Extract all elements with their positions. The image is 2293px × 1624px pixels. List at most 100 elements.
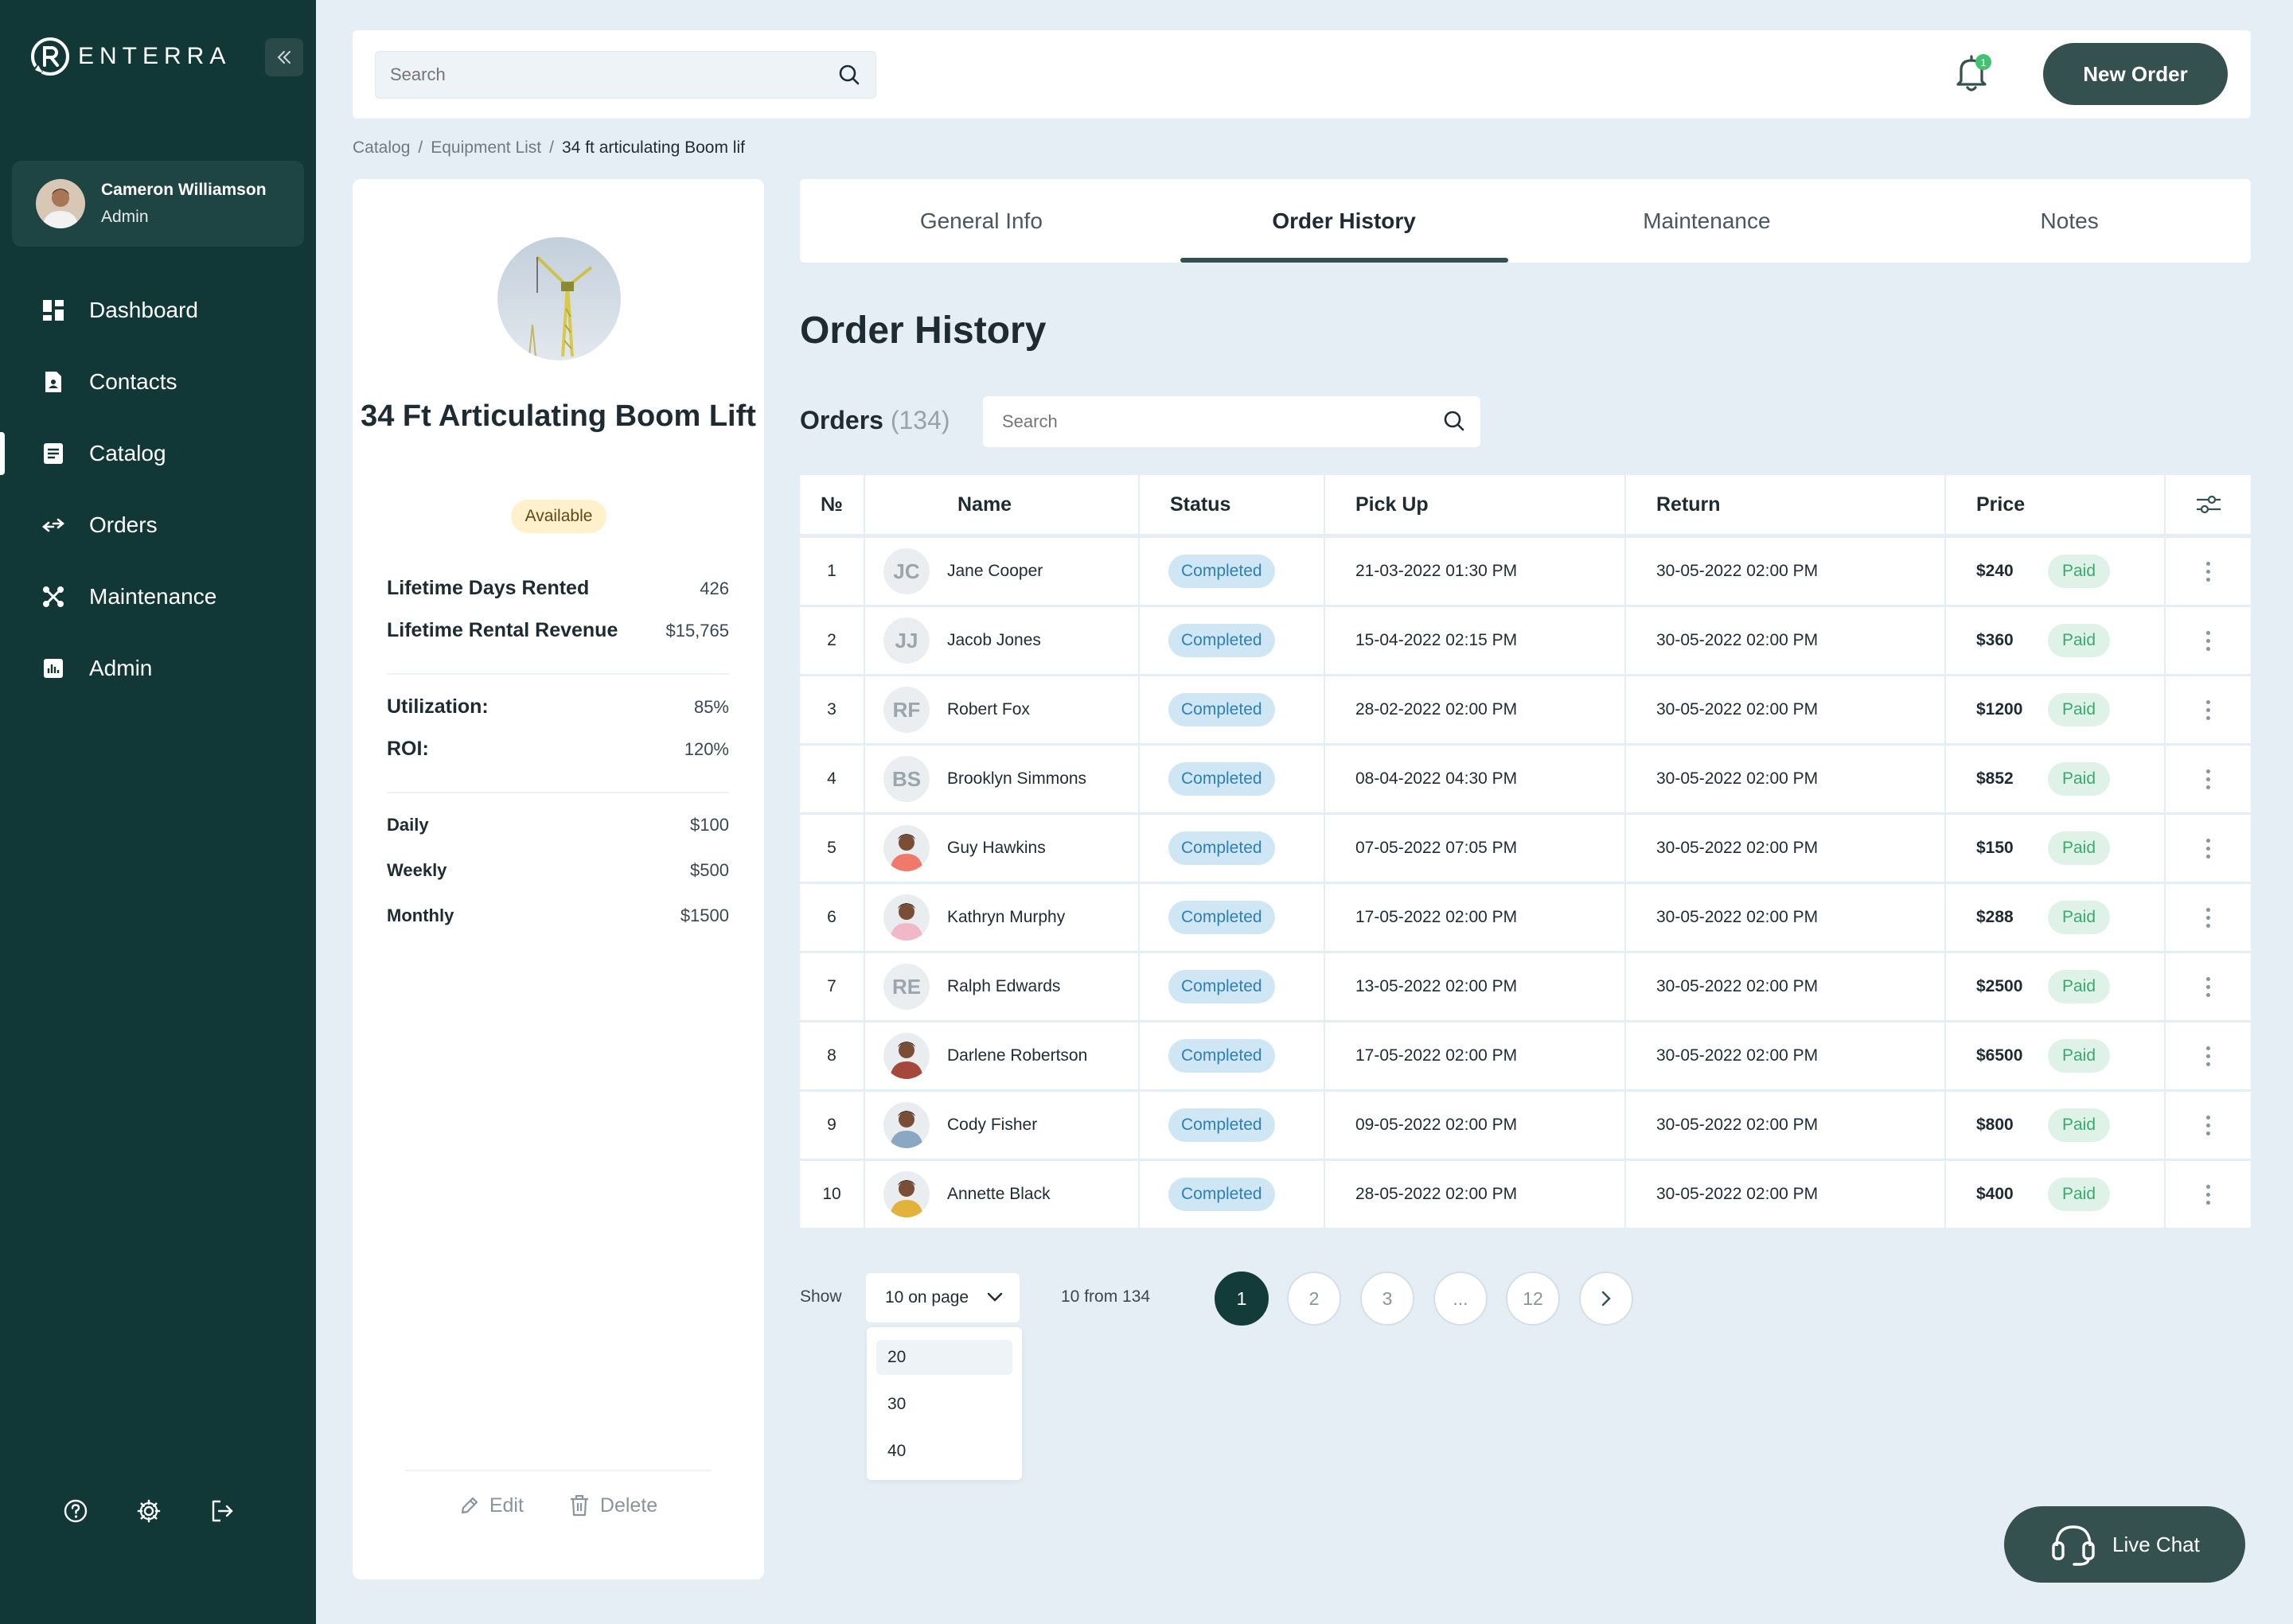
table-row[interactable]: 3 RF Robert Fox Completed 28-02-2022 02:… [800,676,2251,743]
payment-badge: Paid [2048,762,2111,796]
page-ellipsis[interactable]: ... [1433,1272,1488,1326]
next-page-button[interactable] [1579,1272,1633,1326]
sidebar-item-orders[interactable]: Orders [0,489,316,561]
page-button-12[interactable]: 12 [1506,1272,1560,1326]
row-menu-button[interactable] [2166,815,2251,882]
column-header-pickup[interactable]: Pick Up [1325,475,1626,534]
pagination: Show 10 on page 10 from 134 1 2 3 ... 12 [800,1272,1675,1326]
user-role: Admin [101,208,149,226]
table-row[interactable]: 8 Darlene Robertson Completed 17-05-2022… [800,1022,2251,1089]
page-button-2[interactable]: 2 [1287,1272,1341,1326]
collapse-sidebar-button[interactable] [265,38,303,76]
page-size-option[interactable]: 20 [876,1340,1012,1375]
user-profile-card[interactable]: Cameron Williamson Admin [12,161,304,247]
table-row[interactable]: 10 Annette Black Completed 28-05-2022 02… [800,1161,2251,1228]
column-header-name[interactable]: Name [865,475,1140,534]
page-size-option[interactable]: 40 [876,1434,1012,1469]
sidebar-item-dashboard[interactable]: Dashboard [0,275,316,346]
row-menu-button[interactable] [2166,746,2251,812]
row-menu-button[interactable] [2166,1092,2251,1159]
table-row[interactable]: 9 Cody Fisher Completed 09-05-2022 02:00… [800,1092,2251,1159]
sidebar-item-contacts[interactable]: Contacts [0,346,316,418]
breadcrumb-equipment-list[interactable]: Equipment List [431,138,541,158]
kebab-menu-icon [2206,1115,2210,1135]
tab-order-history[interactable]: Order History [1163,179,1526,263]
pickup-date: 15-04-2022 02:15 PM [1325,607,1626,674]
customer-name: Robert Fox [947,700,1030,719]
row-menu-button[interactable] [2166,538,2251,605]
price-cell: $288 Paid [1946,884,2166,951]
table-row[interactable]: 5 Guy Hawkins Completed 07-05-2022 07:05… [800,815,2251,882]
row-menu-button[interactable] [2166,676,2251,743]
live-chat-button[interactable]: Live Chat [2004,1506,2245,1583]
divider [387,792,729,793]
payment-badge: Paid [2048,555,2111,588]
chevron-right-icon [1601,1291,1611,1307]
row-number: 6 [800,884,865,951]
customer-cell: BS Brooklyn Simmons [865,746,1140,812]
return-date: 30-05-2022 02:00 PM [1626,1092,1946,1159]
tab-notes[interactable]: Notes [1888,179,2251,263]
table-row[interactable]: 2 JJ Jacob Jones Completed 15-04-2022 02… [800,607,2251,674]
delete-button[interactable]: Delete [568,1494,657,1517]
sidebar-item-maintenance[interactable]: Maintenance [0,561,316,633]
logo[interactable]: ENTERRA [29,35,231,78]
notifications-button[interactable]: 1 [1953,53,1993,97]
range-text: 10 from 134 [1061,1287,1151,1306]
rate-daily: Daily $100 [387,815,729,835]
price-value: $800 [1976,1116,2014,1134]
return-date: 30-05-2022 02:00 PM [1626,538,1946,605]
table-row[interactable]: 6 Kathryn Murphy Completed 17-05-2022 02… [800,884,2251,951]
sidebar-nav: Dashboard Contacts Catalog Orders Mainte… [0,275,316,704]
row-menu-button[interactable] [2166,1161,2251,1228]
status-badge: Completed [1168,1039,1275,1073]
logout-icon[interactable] [209,1497,236,1525]
row-number: 5 [800,815,865,882]
page-button-1[interactable]: 1 [1215,1272,1269,1326]
search-icon[interactable] [837,63,861,87]
settings-icon[interactable] [135,1497,162,1525]
column-header-number[interactable]: № [800,475,865,534]
payment-badge: Paid [2048,901,2111,934]
row-menu-button[interactable] [2166,1022,2251,1089]
admin-icon [41,656,65,680]
price-value: $6500 [1976,1046,2023,1065]
avatar [36,179,85,228]
stat-lifetime-revenue: Lifetime Rental Revenue $15,765 [387,619,729,641]
kebab-menu-icon [2206,630,2210,651]
table-row[interactable]: 7 RE Ralph Edwards Completed 13-05-2022 … [800,953,2251,1020]
tab-general-info[interactable]: General Info [800,179,1163,263]
price-value: $852 [1976,769,2014,788]
column-header-price[interactable]: Price [1946,475,2166,534]
page-title: Order History [800,310,1047,352]
table-row[interactable]: 4 BS Brooklyn Simmons Completed 08-04-20… [800,746,2251,812]
stat-roi: ROI: 120% [387,738,729,760]
sidebar-item-catalog[interactable]: Catalog [0,418,316,489]
row-menu-button[interactable] [2166,953,2251,1020]
column-header-status[interactable]: Status [1140,475,1325,534]
orders-search-input[interactable] [983,396,1480,447]
search-input[interactable] [376,52,875,98]
edit-button[interactable]: Edit [459,1494,524,1517]
price-cell: $2500 Paid [1946,953,2166,1020]
equipment-title: 34 Ft Articulating Boom Lift [361,399,756,433]
payment-badge: Paid [2048,1039,2111,1073]
sidebar-item-admin[interactable]: Admin [0,633,316,704]
breadcrumb-catalog[interactable]: Catalog [353,138,410,158]
page-size-option[interactable]: 30 [876,1387,1012,1422]
page-size-select[interactable]: 10 on page [866,1273,1020,1322]
status-cell: Completed [1140,746,1325,812]
column-header-return[interactable]: Return [1626,475,1946,534]
sidebar-item-label: Catalog [89,441,166,465]
search-icon[interactable] [1442,409,1466,433]
new-order-button[interactable]: New Order [2043,43,2228,105]
column-settings-button[interactable] [2166,475,2251,534]
pickup-date: 28-05-2022 02:00 PM [1325,1161,1626,1228]
help-icon[interactable] [62,1497,89,1525]
row-menu-button[interactable] [2166,607,2251,674]
page-button-3[interactable]: 3 [1360,1272,1414,1326]
row-menu-button[interactable] [2166,884,2251,951]
kebab-menu-icon [2206,699,2210,720]
table-row[interactable]: 1 JC Jane Cooper Completed 21-03-2022 01… [800,538,2251,605]
tab-maintenance[interactable]: Maintenance [1526,179,1889,263]
